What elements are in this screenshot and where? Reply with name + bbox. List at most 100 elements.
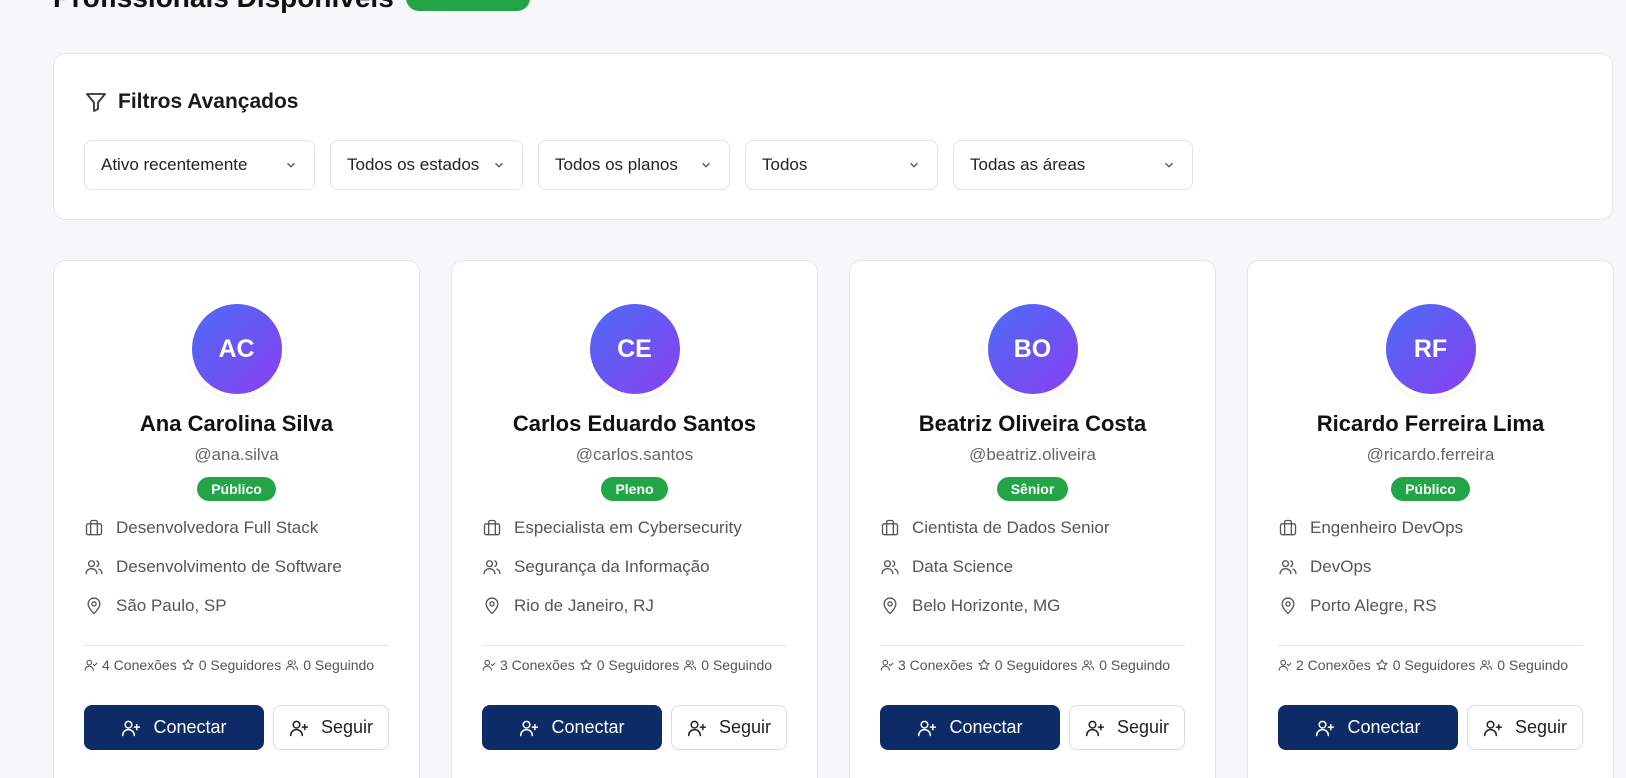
activity-select[interactable]: Ativo recentemente — [84, 140, 315, 190]
connect-label: Conectar — [153, 717, 227, 737]
role-row: Cientista de Dados Senior — [880, 518, 1110, 538]
users-icon — [881, 560, 899, 575]
follow-button[interactable]: Seguir — [273, 705, 389, 750]
area-row: DevOps — [1278, 557, 1371, 577]
chevron-down-icon — [495, 162, 503, 168]
avatar: BO — [987, 304, 1078, 394]
role-row: Desenvolvedora Full Stack — [84, 518, 318, 538]
profile-name: Ricardo Ferreira Lima — [1316, 411, 1545, 436]
stats-row: 3 Conexões 0 Seguidores 0 Seguindo — [880, 657, 1170, 673]
area-text: Data Science — [912, 557, 1014, 576]
area-row: Data Science — [880, 557, 1013, 577]
profile-name: Carlos Eduardo Santos — [512, 411, 757, 436]
location-text: Porto Alegre, RS — [1310, 596, 1437, 615]
map-pin-icon — [1281, 597, 1295, 615]
profile-name: Ana Carolina Silva — [139, 411, 334, 436]
profile-handle: @ricardo.ferreira — [1366, 445, 1495, 464]
level-select[interactable]: Todos — [745, 140, 938, 190]
connections-count: 2 Conexões — [1296, 657, 1371, 673]
star-icon — [580, 659, 592, 671]
connections-count: 3 Conexões — [500, 657, 575, 673]
map-pin-icon — [485, 597, 499, 615]
profile-grid: AC Ana Carolina Silva @ana.silva Público… — [53, 260, 1614, 778]
user-plus-icon — [918, 720, 937, 736]
area-text: Desenvolvimento de Software — [116, 557, 342, 576]
star-icon — [1376, 659, 1388, 671]
profile-card: CE Carlos Eduardo Santos @carlos.santos … — [451, 260, 818, 778]
briefcase-icon — [881, 519, 899, 536]
location-row: Rio de Janeiro, RJ — [482, 596, 654, 616]
followers-count: 0 Seguidores — [596, 657, 680, 673]
user-plus-icon — [1316, 720, 1335, 736]
level-select-value: Todos — [762, 155, 808, 174]
connect-button[interactable]: Conectar — [880, 705, 1060, 750]
follow-label: Seguir — [1116, 717, 1170, 737]
user-plus-icon — [122, 720, 141, 736]
user-plus-icon — [289, 720, 309, 736]
count-badge — [405, 0, 530, 11]
chevron-down-icon — [1165, 162, 1173, 168]
plan-select[interactable]: Todos os planos — [538, 140, 730, 190]
profile-card: RF Ricardo Ferreira Lima @ricardo.ferrei… — [1247, 260, 1614, 778]
role-text: Especialista em Cybersecurity — [514, 518, 742, 537]
connect-button[interactable]: Conectar — [482, 705, 662, 750]
briefcase-icon — [85, 519, 103, 536]
followers-count: 0 Seguidores — [198, 657, 282, 673]
avatar: CE — [589, 304, 680, 394]
location-text: Belo Horizonte, MG — [912, 596, 1061, 615]
profile-handle: @carlos.santos — [575, 445, 694, 464]
role-row: Engenheiro DevOps — [1278, 518, 1463, 538]
follow-label: Seguir — [718, 717, 772, 737]
location-row: Porto Alegre, RS — [1278, 596, 1437, 616]
area-select[interactable]: Todas as áreas — [953, 140, 1193, 190]
map-pin-icon — [883, 597, 897, 615]
level-badge: Público — [1391, 477, 1470, 501]
state-select-value: Todos os estados — [347, 155, 480, 174]
profile-card: AC Ana Carolina Silva @ana.silva Público… — [53, 260, 420, 778]
filter-row: Ativo recentemente Todos os estados Todo… — [84, 140, 1193, 190]
follow-button[interactable]: Seguir — [1467, 705, 1583, 750]
profile-card: BO Beatriz Oliveira Costa @beatriz.olive… — [849, 260, 1216, 778]
divider — [482, 645, 787, 646]
divider — [84, 645, 389, 646]
follow-label: Seguir — [320, 717, 374, 737]
chevron-down-icon — [287, 162, 295, 168]
chevron-down-icon — [910, 162, 918, 168]
avatar: AC — [191, 304, 282, 394]
followers-count: 0 Seguidores — [1392, 657, 1476, 673]
activity-select-value: Ativo recentemente — [101, 155, 248, 174]
follow-button[interactable]: Seguir — [1069, 705, 1185, 750]
briefcase-icon — [1279, 519, 1297, 536]
filter-icon — [86, 93, 106, 112]
connect-label: Conectar — [1347, 717, 1421, 737]
area-row: Desenvolvimento de Software — [84, 557, 342, 577]
role-text: Cientista de Dados Senior — [912, 518, 1110, 537]
users-icon — [483, 560, 501, 575]
stats-row: 3 Conexões 0 Seguidores 0 Seguindo — [482, 657, 772, 673]
profile-handle: @beatriz.oliveira — [969, 445, 1096, 464]
level-badge: Pleno — [601, 477, 668, 501]
location-text: Rio de Janeiro, RJ — [514, 596, 654, 615]
divider — [880, 645, 1185, 646]
user-plus-icon — [1085, 720, 1105, 736]
connections-count: 3 Conexões — [898, 657, 973, 673]
stats-row: 4 Conexões 0 Seguidores 0 Seguindo — [84, 657, 374, 673]
area-text: DevOps — [1310, 557, 1372, 576]
location-text: São Paulo, SP — [116, 596, 227, 615]
users-icon — [684, 660, 697, 671]
user-check-icon — [1278, 659, 1292, 671]
connect-button[interactable]: Conectar — [1278, 705, 1458, 750]
users-icon — [1082, 660, 1095, 671]
user-plus-icon — [520, 720, 539, 736]
user-check-icon — [84, 659, 98, 671]
stats-row: 2 Conexões 0 Seguidores 0 Seguindo — [1278, 657, 1568, 673]
map-pin-icon — [87, 597, 101, 615]
connect-button[interactable]: Conectar — [84, 705, 264, 750]
briefcase-icon — [483, 519, 501, 536]
follow-button[interactable]: Seguir — [671, 705, 787, 750]
state-select[interactable]: Todos os estados — [330, 140, 523, 190]
divider — [1278, 645, 1583, 646]
role-row: Especialista em Cybersecurity — [482, 518, 742, 538]
role-text: Engenheiro DevOps — [1310, 518, 1464, 537]
user-check-icon — [482, 659, 496, 671]
